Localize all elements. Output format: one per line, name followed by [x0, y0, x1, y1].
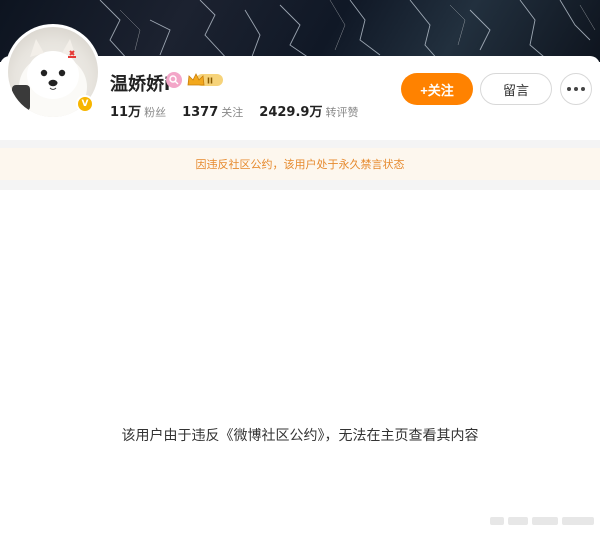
likes-stat[interactable]: 2429.9万 转评赞	[259, 101, 358, 120]
following-value: 1377	[182, 105, 219, 120]
username: 温娇娇i	[110, 74, 171, 95]
more-dots-icon[interactable]	[560, 73, 592, 105]
crown-level-icon[interactable]: II	[186, 71, 224, 89]
pink-search-badge-icon[interactable]	[166, 72, 182, 88]
likes-value: 2429.9万	[259, 105, 323, 120]
ban-notice-text: 因违反社区公约，该用户处于永久禁言状态	[195, 158, 405, 171]
level-badge-text: II	[207, 77, 213, 86]
ban-notice: 因违反社区公约，该用户处于永久禁言状态	[0, 148, 600, 180]
message-button[interactable]: 留言	[480, 73, 552, 105]
empty-content-message: 该用户由于违反《微博社区公约》，无法在主页查看其内容	[121, 428, 479, 444]
followers-stat[interactable]: 11万 粉丝	[110, 101, 166, 120]
follow-button[interactable]: +关注	[401, 73, 473, 105]
following-stat[interactable]: 1377 关注	[182, 101, 243, 120]
watermark-icon	[490, 517, 594, 525]
followers-label: 粉丝	[144, 106, 167, 119]
divider	[0, 180, 600, 190]
divider	[0, 140, 600, 148]
likes-label: 转评赞	[325, 106, 359, 119]
profile-stats: 11万 粉丝 1377 关注 2429.9万 转评赞	[110, 101, 358, 120]
verified-badge-icon: V	[76, 95, 94, 113]
following-label: 关注	[221, 106, 244, 119]
followers-value: 11万	[110, 105, 142, 120]
